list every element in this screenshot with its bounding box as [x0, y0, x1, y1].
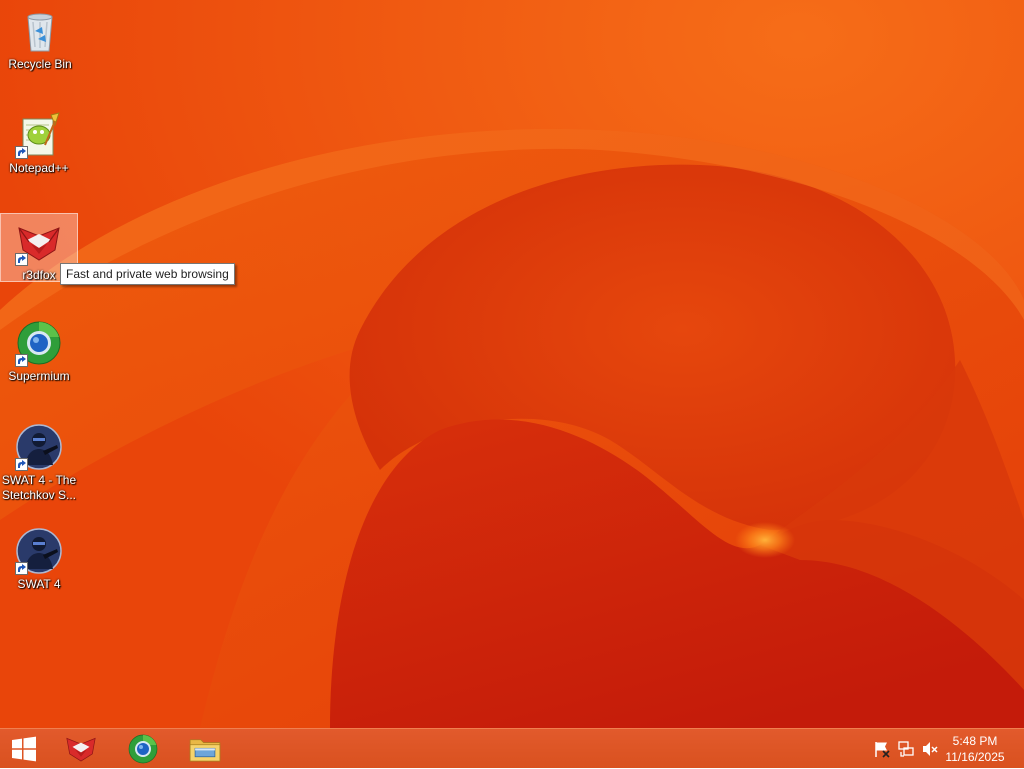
- clock[interactable]: 5:48 PM 11/16/2025: [940, 733, 1010, 765]
- r3dfox-icon: [66, 737, 96, 762]
- desktop-icon-supermium[interactable]: Supermium: [1, 315, 77, 384]
- swat4-icon: [15, 423, 63, 471]
- wallpaper: [0, 0, 1024, 728]
- desktop-icon-label: Supermium: [8, 369, 70, 383]
- swat4-icon: [15, 527, 63, 575]
- shortcut-arrow-icon: [15, 253, 28, 266]
- desktop-icon-swat4-stetchkov[interactable]: SWAT 4 - The Stetchkov S...: [1, 419, 77, 503]
- desktop[interactable]: Recycle Bin Notepad++ r3dfox Supermium S…: [0, 0, 1024, 728]
- notepad-plus-plus-icon: [15, 111, 63, 159]
- desktop-icon-notepad-plus-plus[interactable]: Notepad++: [1, 107, 77, 176]
- clock-time: 5:48 PM: [952, 734, 998, 748]
- desktop-icon-label: Recycle Bin: [8, 57, 72, 71]
- start-button[interactable]: [0, 729, 48, 769]
- shortcut-arrow-icon: [15, 458, 28, 471]
- desktop-icon-label: SWAT 4: [17, 577, 61, 591]
- desktop-icon-label: SWAT 4 - The Stetchkov S...: [1, 473, 77, 502]
- clock-date: 11/16/2025: [945, 750, 1005, 764]
- volume-muted-icon[interactable]: [921, 740, 939, 758]
- taskbar: 5:48 PM 11/16/2025: [0, 728, 1024, 768]
- shortcut-arrow-icon: [15, 354, 28, 367]
- r3dfox-icon: [15, 218, 63, 266]
- windows-logo-icon: [12, 736, 36, 762]
- supermium-icon: [15, 319, 63, 367]
- taskbar-supermium-button[interactable]: [118, 729, 168, 769]
- action-center-flag-icon[interactable]: [873, 740, 891, 758]
- recycle-bin-icon: [16, 7, 64, 55]
- network-icon[interactable]: [897, 740, 915, 758]
- taskbar-file-explorer-button[interactable]: [180, 729, 230, 769]
- shortcut-arrow-icon: [15, 146, 28, 159]
- desktop-icon-recycle-bin[interactable]: Recycle Bin: [2, 3, 78, 72]
- supermium-icon: [128, 734, 158, 764]
- tooltip: Fast and private web browsing: [60, 263, 235, 285]
- file-explorer-icon: [189, 739, 221, 762]
- desktop-icon-swat4[interactable]: SWAT 4: [1, 523, 77, 592]
- shortcut-arrow-icon: [15, 562, 28, 575]
- taskbar-r3dfox-button[interactable]: [56, 729, 106, 769]
- desktop-icon-label: Notepad++: [9, 161, 69, 175]
